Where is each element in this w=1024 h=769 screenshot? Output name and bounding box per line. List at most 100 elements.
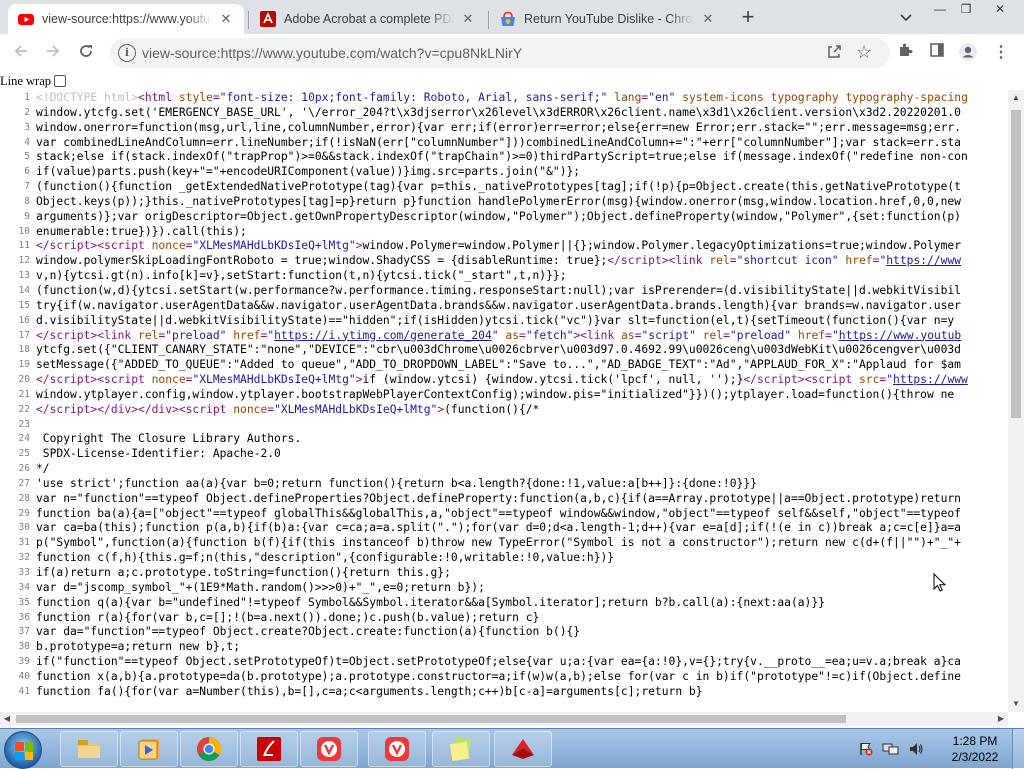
source-line: 3 window.onerror=function(msg,url,line,co…	[0, 121, 1008, 136]
source-line: 2 window.ytcfg.set('EMERGENCY_BASE_URL', …	[0, 106, 1008, 121]
line-number: 8	[24, 195, 30, 207]
vertical-scroll-thumb[interactable]	[1011, 110, 1021, 418]
scroll-up-arrow-icon[interactable]: ▲	[1008, 90, 1024, 106]
tab-chrome-web-store[interactable]: Return YouTube Dislike - Chrome Web Stor…	[490, 4, 726, 34]
network-icon[interactable]	[882, 741, 900, 757]
scroll-down-arrow-icon[interactable]: ▼	[1008, 696, 1024, 712]
adobe-acrobat-icon	[257, 737, 281, 761]
source-line-code: </script></div></div><script nonce="XLMe…	[36, 402, 540, 416]
start-button[interactable]	[4, 731, 42, 769]
url-text: view-source:https://www.youtube.com/watc…	[142, 45, 523, 61]
source-line: 30 var ca=ba(this);function p(a,b){if(b)a…	[0, 521, 1008, 536]
line-wrap-toggle[interactable]: Line wrap	[0, 72, 67, 90]
vertical-scrollbar[interactable]: ▲ ▼	[1008, 90, 1024, 712]
bookmark-star-icon[interactable]: ☆	[856, 42, 872, 63]
source-line-code: function x(a,b){a.prototype=da(b.prototy…	[36, 669, 961, 683]
tab-adobe-acrobat[interactable]: Adobe Acrobat a complete PDF Solution ✕	[250, 4, 486, 34]
extensions-puzzle-icon[interactable]	[895, 42, 917, 64]
site-info-icon[interactable]: i	[118, 44, 136, 62]
volume-icon[interactable]	[908, 741, 924, 757]
system-tray	[858, 737, 924, 761]
tab-close-icon[interactable]: ✕	[218, 11, 234, 27]
back-button[interactable]	[8, 40, 34, 66]
source-line: 22 </script></div></div><script nonce="XL…	[0, 403, 1008, 418]
minimize-button[interactable]: —	[928, 0, 952, 18]
line-number: 2	[24, 106, 30, 118]
source-line-code: window.onerror=function(msg,url,line,col…	[36, 120, 961, 134]
system-clock[interactable]: 1:28 PM 2/3/2022	[944, 733, 1006, 765]
tab-close-icon[interactable]: ✕	[460, 11, 476, 27]
clock-date: 2/3/2022	[951, 750, 999, 764]
line-wrap-checkbox[interactable]	[54, 75, 67, 87]
source-line-code: 'use strict';function aa(a){var b=0;retu…	[36, 476, 757, 490]
source-line: 5 stack;else if(stack.indexOf("trapProp")…	[0, 150, 1008, 165]
reload-button[interactable]	[73, 40, 99, 66]
taskbar-chrome[interactable]	[180, 731, 238, 767]
source-line-code: function q(a){var b="undefined"!=typeof …	[36, 595, 825, 609]
forward-button[interactable]	[40, 40, 66, 66]
line-number: 5	[24, 151, 30, 163]
vivaldi-icon	[385, 737, 409, 761]
line-number: 22	[18, 403, 30, 415]
line-wrap-label: Line wrap	[0, 73, 52, 88]
taskbar-vivaldi-1[interactable]	[300, 731, 358, 767]
scroll-right-arrow-icon[interactable]: ▶	[994, 712, 1008, 726]
address-bar[interactable]: i view-source:https://www.youtube.com/wa…	[110, 38, 890, 68]
horizontal-scroll-thumb[interactable]	[16, 715, 846, 723]
more-menu-icon[interactable]: ⋮	[990, 42, 1012, 64]
source-line-code: */	[36, 462, 50, 476]
horizontal-scrollbar[interactable]: ◀ ▶	[0, 712, 1008, 726]
source-line-code: setMessage({"ADDED_TO_QUEUE":"Added to q…	[36, 358, 961, 372]
forward-arrow-icon	[47, 45, 60, 57]
source-line-code: (function(w,d){ytcsi.setStart(w.performa…	[36, 283, 961, 297]
source-line-code: window.polymerSkipLoadingFontRoboto = tr…	[36, 254, 962, 268]
source-line-code: b.prototype=a;return new b},t;	[36, 640, 241, 654]
taskbar-explorer[interactable]	[60, 731, 118, 767]
scroll-left-arrow-icon[interactable]: ◀	[0, 712, 14, 726]
source-line: 11 </script><script nonce="XLMesMAHdLbKDs…	[0, 239, 1008, 254]
action-center-flag-icon[interactable]	[858, 741, 874, 757]
tab-search-chevron-icon[interactable]	[896, 8, 916, 28]
source-line-code: p("Symbol",function(a){function b(f){if(…	[36, 536, 961, 550]
tab-divider	[248, 11, 249, 29]
line-number: 1	[24, 92, 30, 103]
profile-avatar-icon[interactable]	[957, 42, 979, 64]
source-line: 20 </script><script nonce="XLMesMAHdLbKDs…	[0, 373, 1008, 388]
source-line-code: window.ytcfg.set('EMERGENCY_BASE_URL', '…	[36, 105, 961, 119]
taskbar-sticky-notes[interactable]	[432, 731, 490, 767]
line-number: 35	[18, 596, 30, 608]
tab-close-icon[interactable]: ✕	[700, 11, 716, 27]
side-panel-icon[interactable]	[926, 42, 948, 64]
line-number: 21	[18, 388, 30, 400]
taskbar-media-player[interactable]	[120, 731, 178, 767]
source-line-code: d.visibilityState||d.webkitVisibilitySta…	[36, 313, 955, 327]
explorer-icon	[78, 740, 100, 758]
source-code-view[interactable]: 1 <!DOCTYPE html><html style="font-size: …	[0, 91, 1008, 712]
source-line-code: </script><script nonce="XLMesMAHdLbKDsIe…	[36, 239, 962, 253]
sticky-notes-icon	[449, 736, 472, 762]
show-desktop-button[interactable]	[1012, 729, 1024, 769]
close-window-button[interactable]: ✕	[980, 0, 1020, 18]
source-line: 32 function c(f,h){this.g=f;n(this,"descr…	[0, 551, 1008, 566]
source-line-code: function r(a){for(var b,c=[];!(b=a.next(…	[36, 610, 540, 624]
source-line: 13 v,n){ytcsi.gt(n).info[k]=v},setStart:f…	[0, 269, 1008, 284]
line-number: 15	[18, 299, 30, 311]
line-number: 27	[18, 477, 30, 489]
source-line: 6 if(value)parts.push(key+"="+encodeURICo…	[0, 165, 1008, 180]
acrobat-reader-icon	[512, 739, 534, 759]
taskbar-acrobat-reader[interactable]	[494, 731, 552, 767]
tab-view-source[interactable]: view-source:https://www.youtube.com/watc…	[8, 4, 244, 34]
line-number: 19	[18, 359, 30, 371]
new-tab-button[interactable]: +	[736, 6, 760, 30]
source-line-code: stack;else if(stack.indexOf("trapProp")>…	[36, 150, 968, 164]
youtube-icon	[18, 14, 34, 25]
taskbar-acrobat[interactable]	[240, 731, 298, 767]
line-number: 20	[18, 374, 30, 386]
line-number: 29	[18, 507, 30, 519]
taskbar-vivaldi-2[interactable]	[368, 731, 426, 767]
restore-button[interactable]: ❐	[954, 0, 978, 18]
line-number: 39	[18, 656, 30, 668]
line-number: 4	[24, 136, 30, 148]
line-number: 6	[24, 166, 30, 178]
share-icon[interactable]	[826, 44, 842, 64]
